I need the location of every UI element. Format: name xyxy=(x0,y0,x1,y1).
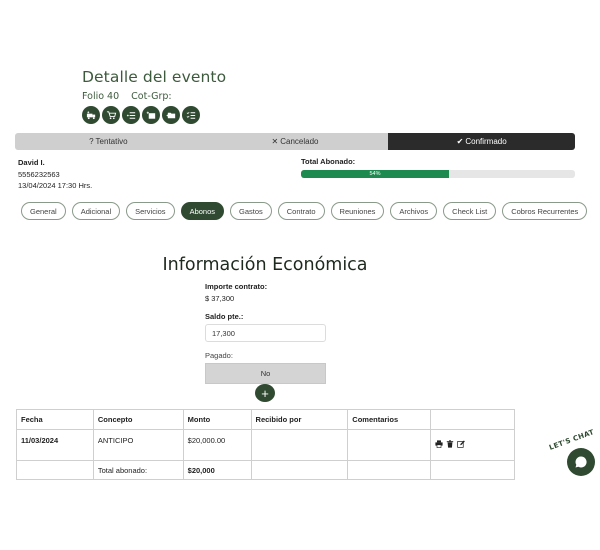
status-cancelado-label: Cancelado xyxy=(280,137,319,146)
importe-label: Importe contrato: xyxy=(205,282,268,291)
cell-empty xyxy=(430,460,515,480)
tab-general[interactable]: General xyxy=(21,202,66,220)
payments-table: Fecha Concepto Monto Recibido por Coment… xyxy=(16,409,515,480)
total-abonado: Total Abonado: 54% xyxy=(301,157,575,178)
col-comentarios: Comentarios xyxy=(347,409,432,430)
chat-label: LET'S CHAT xyxy=(548,428,596,452)
status-confirmado[interactable]: ✔ Confirmado xyxy=(388,133,575,150)
tab-abonos[interactable]: Abonos xyxy=(180,202,224,220)
status-tentativo-label: Tentativo xyxy=(95,137,128,146)
action-icons xyxy=(82,106,226,124)
cell-monto: $20,000.00 xyxy=(182,429,252,461)
cart-add-icon[interactable] xyxy=(102,106,120,124)
tab-servicios[interactable]: Servicios xyxy=(126,202,175,220)
status-confirmado-label: Confirmado xyxy=(465,137,507,146)
cell-recibido xyxy=(250,429,349,461)
col-recibido: Recibido por xyxy=(250,409,349,430)
col-monto: Monto xyxy=(182,409,252,430)
event-header: Detalle del evento Folio 40 Cot-Grp: xyxy=(82,68,226,124)
question-icon: ? xyxy=(89,137,94,146)
section-tabs: General Adicional Servicios Abonos Gastos Con… xyxy=(21,202,588,220)
cot-grp-label: Cot-Grp: xyxy=(131,91,172,102)
col-fecha: Fecha xyxy=(16,409,94,430)
page-title: Detalle del evento xyxy=(82,68,227,86)
chat-bubble-icon xyxy=(575,456,587,468)
package-add-icon[interactable] xyxy=(142,106,160,124)
tab-cobros-recurrentes[interactable]: Cobros Recurrentes xyxy=(502,202,588,220)
chat-button[interactable] xyxy=(567,448,595,476)
saldo-label: Saldo pte.: xyxy=(205,312,244,321)
print-icon[interactable] xyxy=(435,440,443,450)
economic-form: Importe contrato: $ 37,300 Saldo pte.: 1… xyxy=(205,282,326,384)
col-actions xyxy=(430,409,515,430)
folio-label: Folio 40 xyxy=(82,91,120,102)
client-info: David I. 5556232563 13/04/2024 17:30 Hrs… xyxy=(18,157,92,192)
cell-fecha: 11/03/2024 xyxy=(16,429,94,461)
folio-row: Folio 40 Cot-Grp: xyxy=(82,91,226,102)
cell-comentarios xyxy=(347,429,432,461)
cell-empty xyxy=(16,460,94,480)
cell-empty xyxy=(347,460,432,480)
status-bar: ? Tentativo ✕ Cancelado ✔ Confirmado xyxy=(15,133,575,150)
tab-gastos[interactable]: Gastos xyxy=(230,202,272,220)
client-phone: 5556232563 xyxy=(18,169,60,179)
tab-adicional[interactable]: Adicional xyxy=(71,202,121,220)
chat-widget[interactable]: LET'S CHAT xyxy=(540,428,600,480)
table-header-row: Fecha Concepto Monto Recibido por Coment… xyxy=(16,409,515,430)
close-icon: ✕ xyxy=(271,137,279,146)
abono-progress-fill: 54% xyxy=(301,170,449,178)
tab-archivos[interactable]: Archivos xyxy=(390,202,438,220)
cell-actions xyxy=(430,429,515,461)
status-cancelado[interactable]: ✕ Cancelado xyxy=(201,133,389,150)
trash-icon[interactable] xyxy=(446,440,454,450)
event-datetime: 13/04/2024 17:30 Hrs. xyxy=(18,181,93,190)
edit-icon[interactable] xyxy=(457,440,466,450)
total-value: $20,000 xyxy=(182,460,252,480)
saldo-input[interactable]: 17,300 xyxy=(205,324,326,342)
total-label: Total abonado: xyxy=(92,460,184,480)
pagado-label: Pagado: xyxy=(205,351,233,360)
abono-progress-bar: 54% xyxy=(301,170,575,178)
tab-check-list[interactable]: Check List xyxy=(443,202,497,220)
status-tentativo[interactable]: ? Tentativo xyxy=(15,133,202,150)
table-total-row: Total abonado: $20,000 xyxy=(16,460,515,480)
cell-empty xyxy=(250,460,349,480)
check-icon: ✔ xyxy=(456,137,464,146)
add-payment-button[interactable]: + xyxy=(255,384,275,402)
list-check-icon[interactable] xyxy=(182,106,200,124)
tab-contrato[interactable]: Contrato xyxy=(277,202,325,220)
total-abonado-label: Total Abonado: xyxy=(301,157,356,166)
truck-add-icon[interactable] xyxy=(82,106,100,124)
list-add-icon[interactable] xyxy=(122,106,140,124)
importe-value: $ 37,300 xyxy=(205,294,235,303)
table-row: 11/03/2024 ANTICIPO $20,000.00 xyxy=(16,429,515,461)
pagado-select[interactable]: No xyxy=(205,363,326,384)
folder-add-icon[interactable] xyxy=(162,106,180,124)
section-title: Información Económica xyxy=(162,255,368,275)
tab-reuniones[interactable]: Reuniones xyxy=(330,202,385,220)
cell-concepto: ANTICIPO xyxy=(92,429,184,461)
col-concepto: Concepto xyxy=(92,409,184,430)
client-name: David I. xyxy=(18,158,45,167)
